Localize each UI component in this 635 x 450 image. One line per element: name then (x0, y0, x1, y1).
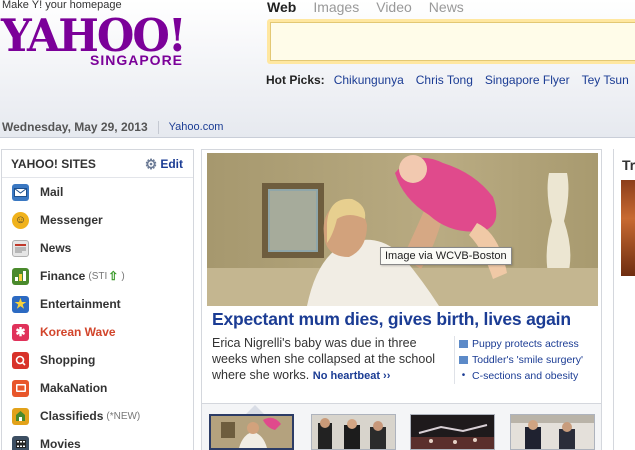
thumbnail-story-1[interactable] (209, 414, 294, 450)
new-badge: (*NEW) (106, 410, 141, 422)
tab-images[interactable]: Images (313, 0, 359, 15)
thumbnail-story-3[interactable] (410, 414, 495, 450)
search-tabs: Web Images Video News (267, 0, 464, 15)
sidebar-item-messenger[interactable]: ☺ Messenger (2, 206, 193, 234)
shopping-icon (12, 351, 29, 369)
edit-label[interactable]: Edit (160, 157, 183, 171)
sidebar-item-mail[interactable]: Mail (2, 178, 193, 206)
sidebar-item-finance[interactable]: Finance (STI ⇧ ) (2, 262, 193, 290)
finance-icon (12, 267, 29, 285)
tab-web[interactable]: Web (267, 0, 296, 15)
thumbnail-story-2[interactable] (311, 414, 396, 450)
related-stories: Puppy protects actress Toddler's 'smile … (454, 336, 583, 384)
messenger-icon: ☺ (12, 211, 29, 229)
makanation-icon (12, 379, 29, 397)
related-link-label[interactable]: Toddler's 'smile surgery' (472, 352, 583, 368)
sidebar-item-label[interactable]: Entertainment (40, 297, 121, 311)
hot-picks: Hot Picks: Chikungunya Chris Tong Singap… (266, 73, 629, 87)
related-link-label[interactable]: C-sections and obesity (472, 368, 578, 384)
related-link-label[interactable]: Puppy protects actress (472, 336, 579, 352)
sidebar-item-makanation[interactable]: MakaNation (2, 374, 193, 402)
thumbnail-story-4[interactable] (510, 414, 595, 450)
hot-pick-link[interactable]: Tey Tsun (582, 73, 629, 87)
sidebar-item-movies[interactable]: Movies (2, 430, 193, 450)
hot-pick-link[interactable]: Chikungunya (334, 73, 404, 87)
hot-pick-link[interactable]: Chris Tong (416, 73, 473, 87)
sidebar-item-label[interactable]: Shopping (40, 353, 95, 367)
no-heartbeat-link[interactable]: No heartbeat ›› (313, 370, 391, 382)
classifieds-icon (12, 407, 29, 425)
sidebar-title: YAHOO! SITES (11, 156, 96, 171)
news-summary: Erica Nigrelli's baby was due in three w… (212, 335, 452, 384)
sidebar-header: YAHOO! SITES ⚙ Edit (2, 150, 193, 178)
sidebar-item-label[interactable]: Mail (40, 185, 63, 199)
related-link[interactable]: • C-sections and obesity (459, 368, 583, 384)
korean-wave-icon: ✱ (12, 323, 29, 341)
search-box (267, 19, 635, 64)
yahoo-com-link[interactable]: Yahoo.com (169, 121, 224, 133)
search-input[interactable] (270, 22, 635, 61)
header: Make Y! your homepage YAHOO! SINGAPORE W… (0, 0, 635, 138)
video-icon (459, 340, 468, 348)
sidebar-item-shopping[interactable]: Shopping (2, 346, 193, 374)
featured-news: Image via WCVB-Boston Expectant mum dies… (201, 149, 602, 450)
photo-credit-tooltip: Image via WCVB-Boston (380, 247, 512, 265)
up-arrow-icon: ⇧ (108, 269, 119, 283)
story-thumbnails (202, 403, 601, 450)
finance-index-label: (STI (88, 270, 108, 282)
edit-button[interactable]: ⚙ Edit (145, 157, 183, 171)
entertainment-icon: ★ (12, 295, 29, 313)
sidebar-item-classifieds[interactable]: Classifieds (*NEW) (2, 402, 193, 430)
sidebar-item-korean-wave[interactable]: ✱ Korean Wave (2, 318, 193, 346)
tab-news[interactable]: News (429, 0, 464, 15)
sidebar-item-label[interactable]: Movies (40, 437, 81, 450)
sidebar-item-label[interactable]: Messenger (40, 213, 103, 227)
divider (157, 120, 159, 134)
sidebar-item-label[interactable]: Korean Wave (40, 325, 116, 339)
news-headline[interactable]: Expectant mum dies, gives birth, lives a… (212, 309, 571, 330)
finance-index-close: ) (121, 270, 125, 282)
sidebar-item-entertainment[interactable]: ★ Entertainment (2, 290, 193, 318)
trending-image[interactable] (621, 180, 635, 276)
trending-column: Tr (613, 149, 635, 450)
sidebar-item-label[interactable]: Classifieds (40, 409, 103, 423)
yahoo-sites-sidebar: YAHOO! SITES ⚙ Edit Mail ☺ Messenger New… (1, 149, 194, 450)
bullet-icon: • (461, 370, 466, 381)
related-link[interactable]: Toddler's 'smile surgery' (459, 352, 583, 368)
trending-title: Tr (622, 157, 635, 173)
sidebar-item-label[interactable]: News (40, 241, 71, 255)
related-link[interactable]: Puppy protects actress (459, 336, 583, 352)
sidebar-item-label[interactable]: Finance (40, 269, 85, 283)
video-icon (459, 356, 468, 364)
movies-icon (12, 435, 29, 450)
news-icon (12, 239, 29, 257)
tab-video[interactable]: Video (376, 0, 412, 15)
sidebar-item-news[interactable]: News (2, 234, 193, 262)
featured-photo[interactable]: Image via WCVB-Boston (207, 153, 598, 306)
gear-icon: ⚙ (144, 155, 158, 172)
hot-picks-label: Hot Picks: (266, 73, 325, 87)
sidebar-item-label[interactable]: MakaNation (40, 381, 107, 395)
current-date: Wednesday, May 29, 2013 (2, 120, 148, 134)
logo-region: SINGAPORE (90, 52, 184, 68)
mail-icon (12, 183, 29, 201)
hot-pick-link[interactable]: Singapore Flyer (485, 73, 570, 87)
date-bar: Wednesday, May 29, 2013 Yahoo.com (2, 120, 223, 134)
